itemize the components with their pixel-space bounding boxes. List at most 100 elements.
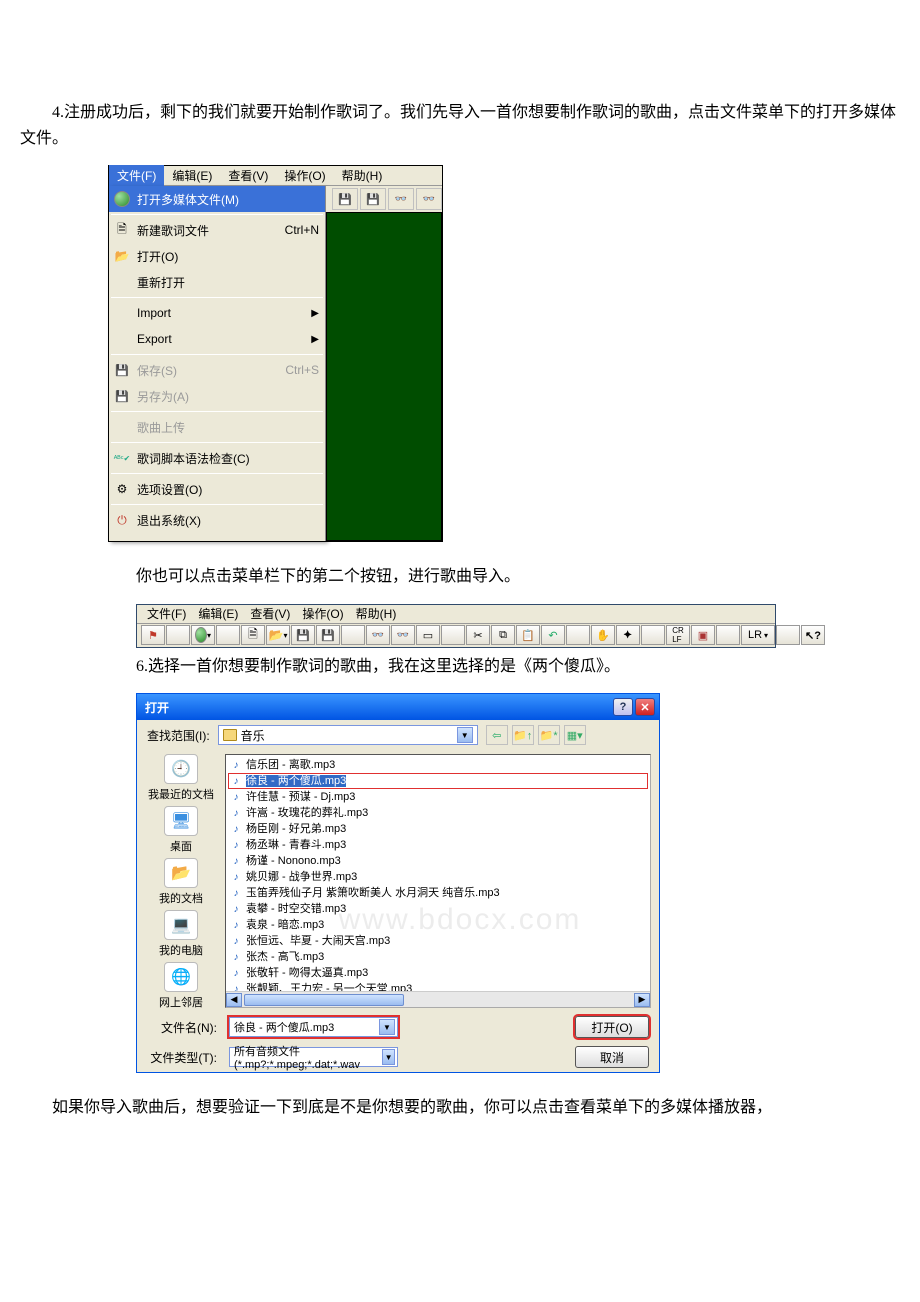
tb-btn-d[interactable]: ▣ xyxy=(691,625,715,645)
filename-value: 徐良 - 两个傻瓜.mp3 xyxy=(234,1019,334,1035)
place-mycomp-label: 我的电脑 xyxy=(159,942,203,958)
file-item[interactable]: ♪杨臣刚 - 好兄弟.mp3 xyxy=(228,821,648,837)
menu-help[interactable]: 帮助(H) xyxy=(334,165,391,186)
file-item[interactable]: ♪张恒远、毕夏 - 大闹天宫.mp3 xyxy=(228,933,648,949)
place-desktop[interactable]: 🖥 桌面 xyxy=(164,806,198,854)
menu2-edit[interactable]: 编辑(E) xyxy=(192,605,244,622)
close-button[interactable]: ✕ xyxy=(635,698,655,716)
filename-combo[interactable]: 徐良 - 两个傻瓜.mp3 ▼ xyxy=(229,1017,398,1037)
screenshot-file-menu: 文件(F) 编辑(E) 查看(V) 操作(O) 帮助(H) 打开多媒体文件(M)… xyxy=(108,165,443,542)
horizontal-scrollbar[interactable]: ◀ ▶ xyxy=(226,991,650,1007)
filetype-combo[interactable]: 所有音频文件(*.mp?;*.mpeg;*.dat;*.wav ▼ xyxy=(229,1047,398,1067)
music-file-icon: ♪ xyxy=(230,807,242,819)
lookin-combo[interactable]: 音乐 ▼ xyxy=(218,725,478,745)
menu-new-lyric[interactable]: 新建歌词文件 Ctrl+N xyxy=(109,217,325,243)
scroll-thumb[interactable] xyxy=(244,994,404,1006)
file-item[interactable]: ♪姚贝娜 - 战争世界.mp3 xyxy=(228,869,648,885)
file-item[interactable]: ♪许佳慧 - 预谋 - Dj.mp3 xyxy=(228,789,648,805)
tb-new-button[interactable] xyxy=(241,625,265,645)
menu-saveas: 另存为(A) xyxy=(109,383,325,409)
tb-btn-a[interactable]: ▭ xyxy=(416,625,440,645)
filetype-row: 文件类型(T): 所有音频文件(*.mp?;*.mpeg;*.dat;*.wav… xyxy=(137,1042,659,1072)
screenshot-toolbar: 文件(F) 编辑(E) 查看(V) 操作(O) 帮助(H) ⚑ ▾ ▾ ▭ ✂ … xyxy=(136,604,776,648)
open-button[interactable]: 打开(O) xyxy=(575,1016,649,1038)
place-netplaces[interactable]: 🌐 网上邻居 xyxy=(159,962,203,1010)
tb-open-button[interactable]: ▾ xyxy=(266,625,290,645)
file-item[interactable]: ♪徐良 - 两个傻瓜.mp3 xyxy=(228,773,648,789)
tb-crlf-button[interactable]: CRLF xyxy=(666,625,690,645)
tb-lr-button[interactable]: LR▾ xyxy=(741,625,775,645)
nav-up-button[interactable]: 📁↑ xyxy=(512,725,534,745)
tb-copy-button[interactable]: ⧉ xyxy=(491,625,515,645)
spellcheck-icon xyxy=(113,449,131,467)
place-mycomp[interactable]: 💻 我的电脑 xyxy=(159,910,203,958)
save-button[interactable] xyxy=(332,188,358,210)
place-recent[interactable]: 🕘 我最近的文档 xyxy=(148,754,214,802)
nav-newfolder-button[interactable]: 📁* xyxy=(538,725,560,745)
file-item[interactable]: ♪许嵩 - 玫瑰花的葬礼.mp3 xyxy=(228,805,648,821)
tb-paste-button[interactable]: 📋 xyxy=(516,625,540,645)
box-icon: ▣ xyxy=(698,629,708,642)
menu-edit[interactable]: 编辑(E) xyxy=(164,165,220,186)
tb-findnext-button[interactable] xyxy=(391,625,415,645)
save-icon xyxy=(296,629,310,642)
separator xyxy=(111,214,323,215)
undo-icon: ↶ xyxy=(548,629,557,642)
new-folder-icon: 📁* xyxy=(540,729,558,742)
saveas-button[interactable] xyxy=(360,188,386,210)
menu-export[interactable]: Export ▶ xyxy=(109,326,325,352)
file-item[interactable]: ♪信乐团 - 离歌.mp3 xyxy=(228,757,648,773)
place-mydocs-label: 我的文档 xyxy=(159,890,203,906)
menu-open-media[interactable]: 打开多媒体文件(M) xyxy=(109,186,325,212)
blank-icon xyxy=(113,330,131,348)
blank-icon xyxy=(113,304,131,322)
file-name: 杨臣刚 - 好兄弟.mp3 xyxy=(246,823,346,835)
tb-find-button[interactable] xyxy=(366,625,390,645)
menu-open[interactable]: 打开(O) xyxy=(109,243,325,269)
file-item[interactable]: ♪张敬轩 - 吻得太逼真.mp3 xyxy=(228,965,648,981)
file-item[interactable]: ♪袁攀 - 时空交错.mp3 xyxy=(228,901,648,917)
save-icon xyxy=(338,193,352,206)
file-item[interactable]: ♪张杰 - 高飞.mp3 xyxy=(228,949,648,965)
menu-exit[interactable]: 退出系统(X) xyxy=(109,507,325,533)
file-item[interactable]: ♪玉笛弄残仙子月 紫箫吹断美人 水月洞天 纯音乐.mp3 xyxy=(228,885,648,901)
file-item[interactable]: ♪袁泉 - 暗恋.mp3 xyxy=(228,917,648,933)
nav-back-button[interactable]: ⇦ xyxy=(486,725,508,745)
menu-view[interactable]: 查看(V) xyxy=(220,165,276,186)
file-item[interactable]: ♪杨谨 - Nonono.mp3 xyxy=(228,853,648,869)
cancel-button[interactable]: 取消 xyxy=(575,1046,649,1068)
scroll-track[interactable] xyxy=(242,994,634,1006)
toolbar-separator xyxy=(641,625,665,645)
tb-cut-button[interactable]: ✂ xyxy=(466,625,490,645)
menu-import[interactable]: Import ▶ xyxy=(109,300,325,326)
menu2-file[interactable]: 文件(F) xyxy=(141,605,192,622)
tb-saveas-button[interactable] xyxy=(316,625,340,645)
file-item[interactable]: ♪杨丞琳 - 青春斗.mp3 xyxy=(228,837,648,853)
tb-btn-c[interactable]: ⯌ xyxy=(616,625,640,645)
find-button[interactable] xyxy=(388,188,414,210)
scroll-right-button[interactable]: ▶ xyxy=(634,993,650,1007)
menu-reopen[interactable]: 重新打开 xyxy=(109,269,325,295)
menu-file[interactable]: 文件(F) xyxy=(109,165,164,186)
tb-help-button[interactable]: ↖? xyxy=(801,625,825,645)
file-name: 袁泉 - 暗恋.mp3 xyxy=(246,919,324,931)
file-list[interactable]: ♪信乐团 - 离歌.mp3♪徐良 - 两个傻瓜.mp3♪许佳慧 - 预谋 - D… xyxy=(225,754,651,1008)
scroll-left-button[interactable]: ◀ xyxy=(226,993,242,1007)
menu-operate[interactable]: 操作(O) xyxy=(276,165,333,186)
help-button[interactable]: ? xyxy=(613,698,633,716)
paragraph-2: 你也可以点击菜单栏下的第二个按钮，进行歌曲导入。 xyxy=(0,564,920,590)
nav-view-button[interactable]: ▦▾ xyxy=(564,725,586,745)
menu-syntax-check[interactable]: 歌词脚本语法检查(C) xyxy=(109,445,325,471)
tb-btn-b[interactable]: ✋ xyxy=(591,625,615,645)
menu-options[interactable]: 选项设置(O) xyxy=(109,476,325,502)
tb-btn-1[interactable]: ⚑ xyxy=(141,625,165,645)
place-mydocs[interactable]: 📂 我的文档 xyxy=(159,858,203,906)
menu2-view[interactable]: 查看(V) xyxy=(244,605,296,622)
tb-undo-button[interactable]: ↶ xyxy=(541,625,565,645)
tb-open-media-button[interactable]: ▾ xyxy=(191,625,215,645)
menu2-help[interactable]: 帮助(H) xyxy=(350,605,403,622)
submenu-arrow-icon: ▶ xyxy=(311,334,319,345)
menu2-operate[interactable]: 操作(O) xyxy=(296,605,349,622)
tb-save-button[interactable] xyxy=(291,625,315,645)
find-next-button[interactable] xyxy=(416,188,442,210)
